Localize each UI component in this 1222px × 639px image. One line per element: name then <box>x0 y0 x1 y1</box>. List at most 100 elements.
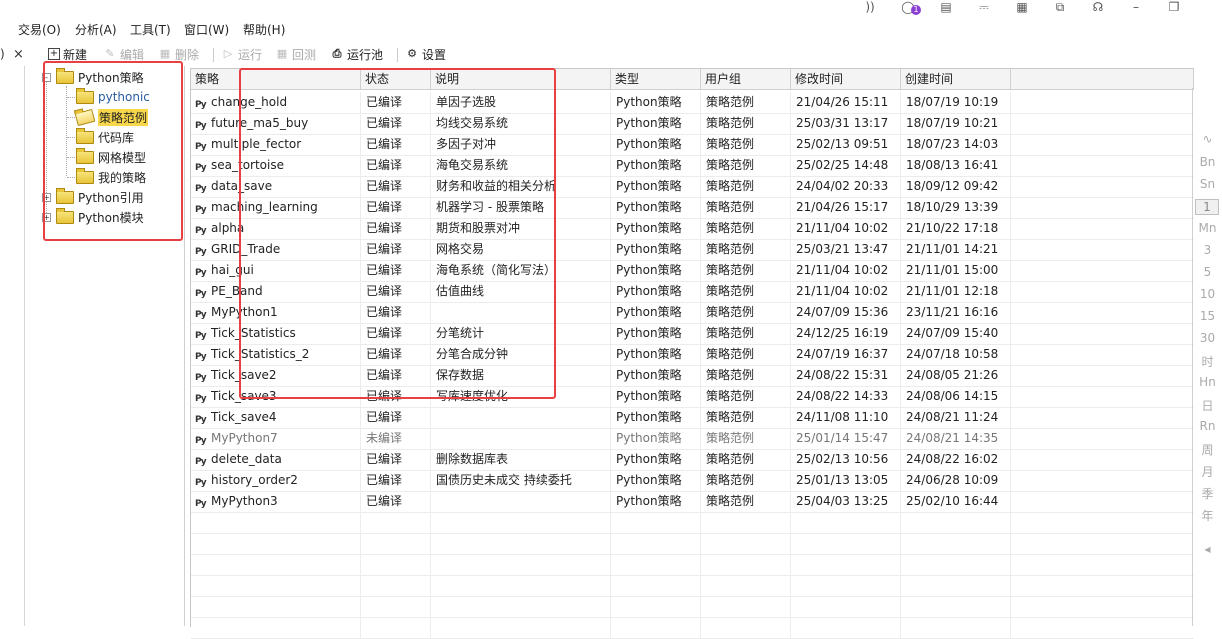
strategy-name: delete_data <box>211 452 282 466</box>
table-row[interactable]: Py MyPython7 未编译 Python策略 策略范例 25/01/14 15:47… <box>191 428 1194 450</box>
table-row[interactable]: Py history_order2 已编译 国债历史未成交 持续委托 Python策略策… <box>191 470 1194 492</box>
table-row[interactable]: Py delete_data 已编译 删除数据库表 Python策略 策略范例 25/02/… <box>191 449 1194 471</box>
table-cell: 25/02/13 09:51 <box>791 134 901 155</box>
column-header[interactable]: 类型 <box>611 69 701 90</box>
column-header[interactable]: 修改时间 <box>791 69 901 90</box>
menu-tools[interactable]: 工具(T) <box>130 21 171 38</box>
user-icon[interactable]: ◯ 1 <box>900 0 921 15</box>
period-button[interactable]: 年 <box>1193 507 1222 524</box>
period-button[interactable]: 时 <box>1193 353 1222 370</box>
new-button[interactable]: + 新建 <box>48 46 87 62</box>
table-cell: 24/12/25 16:19 <box>791 323 901 344</box>
table-cell: 25/04/03 13:25 <box>791 491 901 512</box>
table-cell: 24/08/21 11:24 <box>901 407 1011 428</box>
table-cell: Python策略 <box>611 449 701 470</box>
python-file-icon: Py <box>195 478 207 488</box>
delete-button[interactable]: ▦ 删除 <box>158 46 199 62</box>
period-button[interactable]: Rn <box>1193 419 1222 433</box>
table-cell: 21/04/26 15:17 <box>791 197 901 218</box>
table-cell: 24/08/22 15:31 <box>791 365 901 386</box>
table-cell: 24/07/09 15:36 <box>791 302 901 323</box>
period-button[interactable]: 月 <box>1193 463 1222 480</box>
table-cell: 25/01/14 15:47 <box>791 428 901 449</box>
empty-row <box>191 554 1194 576</box>
table-cell: 策略范例 <box>701 323 791 344</box>
table-cell: Python策略 <box>611 197 701 218</box>
table-cell: 21/11/01 14:21 <box>901 239 1011 260</box>
period-button[interactable]: 15 <box>1193 309 1222 323</box>
table-cell <box>431 617 611 638</box>
table-cell <box>361 533 431 554</box>
table-cell: 策略范例 <box>701 176 791 197</box>
python-file-icon: Py <box>195 247 207 257</box>
restore-icon[interactable]: ❐ <box>1166 0 1182 14</box>
period-button[interactable]: 30 <box>1193 331 1222 345</box>
table-cell: 策略范例 <box>701 281 791 302</box>
column-header[interactable]: 创建时间 <box>901 69 1011 90</box>
period-button[interactable]: 季 <box>1193 485 1222 502</box>
period-button[interactable]: 3 <box>1193 243 1222 257</box>
table-cell <box>361 512 431 533</box>
table-cell <box>701 512 791 533</box>
rss-icon[interactable]: )) <box>862 0 878 14</box>
period-button[interactable]: Bn <box>1193 155 1222 169</box>
table-cell <box>191 575 361 596</box>
column-header[interactable]: 用户组 <box>701 69 791 90</box>
menu-bar: 交易(O) 分析(A) 工具(T) 窗口(W) 帮助(H) <box>0 18 1222 40</box>
period-button[interactable]: 周 <box>1193 441 1222 458</box>
toolbar-separator <box>213 48 214 62</box>
python-file-icon: Py <box>195 415 207 425</box>
headset-icon[interactable]: ☊ <box>1090 0 1106 14</box>
period-button[interactable]: Sn <box>1193 177 1222 191</box>
table-cell <box>901 512 1011 533</box>
copy-icon[interactable]: ⧉ <box>1052 0 1068 14</box>
table-cell <box>611 512 701 533</box>
minimize-icon[interactable]: – <box>1128 0 1144 14</box>
python-file-icon: Py <box>195 373 207 383</box>
table-cell: 25/03/21 13:47 <box>791 239 901 260</box>
table-cell: 25/01/13 13:05 <box>791 470 901 491</box>
script-icon[interactable]: ▦ <box>1014 0 1030 14</box>
table-cell <box>191 554 361 575</box>
table-cell: 策略范例 <box>701 344 791 365</box>
settings-button[interactable]: ⚙ 设置 <box>405 46 446 62</box>
python-file-icon: Py <box>195 289 207 299</box>
run-pool-button[interactable]: ⎙ 运行池 <box>330 46 383 62</box>
table-cell: 已编译 <box>361 407 431 428</box>
python-file-icon: Py <box>195 499 207 509</box>
edit-button[interactable]: ✎ 编辑 <box>103 46 144 62</box>
menu-analysis[interactable]: 分析(A) <box>75 21 117 38</box>
period-button[interactable]: 10 <box>1193 287 1222 301</box>
cart-icon[interactable]: ⎓ <box>976 0 992 14</box>
pool-icon: ⎙ <box>332 47 342 60</box>
table-cell: 24/11/08 11:10 <box>791 407 901 428</box>
table-cell <box>431 491 611 512</box>
period-button[interactable]: 日 <box>1193 397 1222 414</box>
empty-row <box>191 575 1194 597</box>
period-button[interactable]: Mn <box>1193 221 1222 235</box>
backtest-button[interactable]: ▦ 回测 <box>275 46 316 62</box>
table-cell: 已编译 <box>361 491 431 512</box>
period-button[interactable]: 5 <box>1193 265 1222 279</box>
table-row[interactable]: Py Tick_save4 已编译 Python策略 策略范例 24/11/08 11:1… <box>191 407 1194 429</box>
table-cell <box>191 533 361 554</box>
line-chart-icon[interactable]: ∿ <box>1193 132 1222 146</box>
period-button[interactable]: Hn <box>1193 375 1222 389</box>
menu-window[interactable]: 窗口(W) <box>184 21 229 38</box>
empty-row <box>191 512 1194 534</box>
python-file-icon: Py <box>195 331 207 341</box>
menu-trade[interactable]: 交易(O) <box>18 21 61 38</box>
title-bar-icons: )) ◯ 1 ▤ ⎓ ▦ ⧉ ☊ – ❐ <box>862 0 1222 16</box>
run-button[interactable]: ▷ 运行 <box>221 46 262 62</box>
table-cell: 23/11/21 16:16 <box>901 302 1011 323</box>
collapse-arrow-icon[interactable]: ◀ <box>1193 545 1222 554</box>
period-button[interactable]: 1 <box>1195 199 1219 215</box>
table-cell: 24/07/19 16:37 <box>791 344 901 365</box>
play-circle-icon: ▷ <box>223 47 233 60</box>
table-cell: 21/11/04 10:02 <box>791 281 901 302</box>
menu-help[interactable]: 帮助(H) <box>243 21 285 38</box>
table-cell: 策略范例 <box>701 449 791 470</box>
table-cell: Python策略 <box>611 344 701 365</box>
document-icon[interactable]: ▤ <box>938 0 954 14</box>
table-row[interactable]: Py MyPython3 已编译 Python策略 策略范例 25/04/03 13:25… <box>191 491 1194 513</box>
